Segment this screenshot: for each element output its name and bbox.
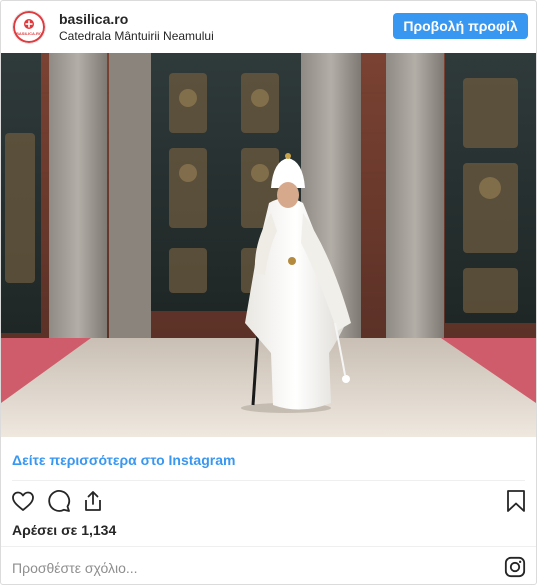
comment-input[interactable] [12,557,472,579]
view-profile-button[interactable]: Προβολή προφίλ [393,13,528,39]
comment-icon[interactable] [47,489,71,513]
post-image[interactable] [1,53,536,437]
avatar[interactable]: BASILICA.RO [12,10,46,44]
instagram-embed-card: BASILICA.RO basilica.ro Catedrala Mântui… [0,0,537,585]
location[interactable]: Catedrala Mântuirii Neamului [59,29,214,43]
post-header: BASILICA.RO basilica.ro Catedrala Mântui… [1,1,536,53]
basilica-logo: BASILICA.RO [13,11,45,43]
heart-icon[interactable] [11,489,35,513]
instagram-icon[interactable] [504,556,526,578]
share-icon[interactable] [81,489,105,513]
bookmark-icon[interactable] [504,489,528,513]
avatar-text: BASILICA.RO [16,31,42,36]
divider [1,546,536,547]
username[interactable]: basilica.ro [59,11,128,27]
divider [12,480,525,481]
likes-count[interactable]: Αρέσει σε 1,134 [12,522,116,538]
see-more-link[interactable]: Δείτε περισσότερα στο Instagram [12,452,235,468]
